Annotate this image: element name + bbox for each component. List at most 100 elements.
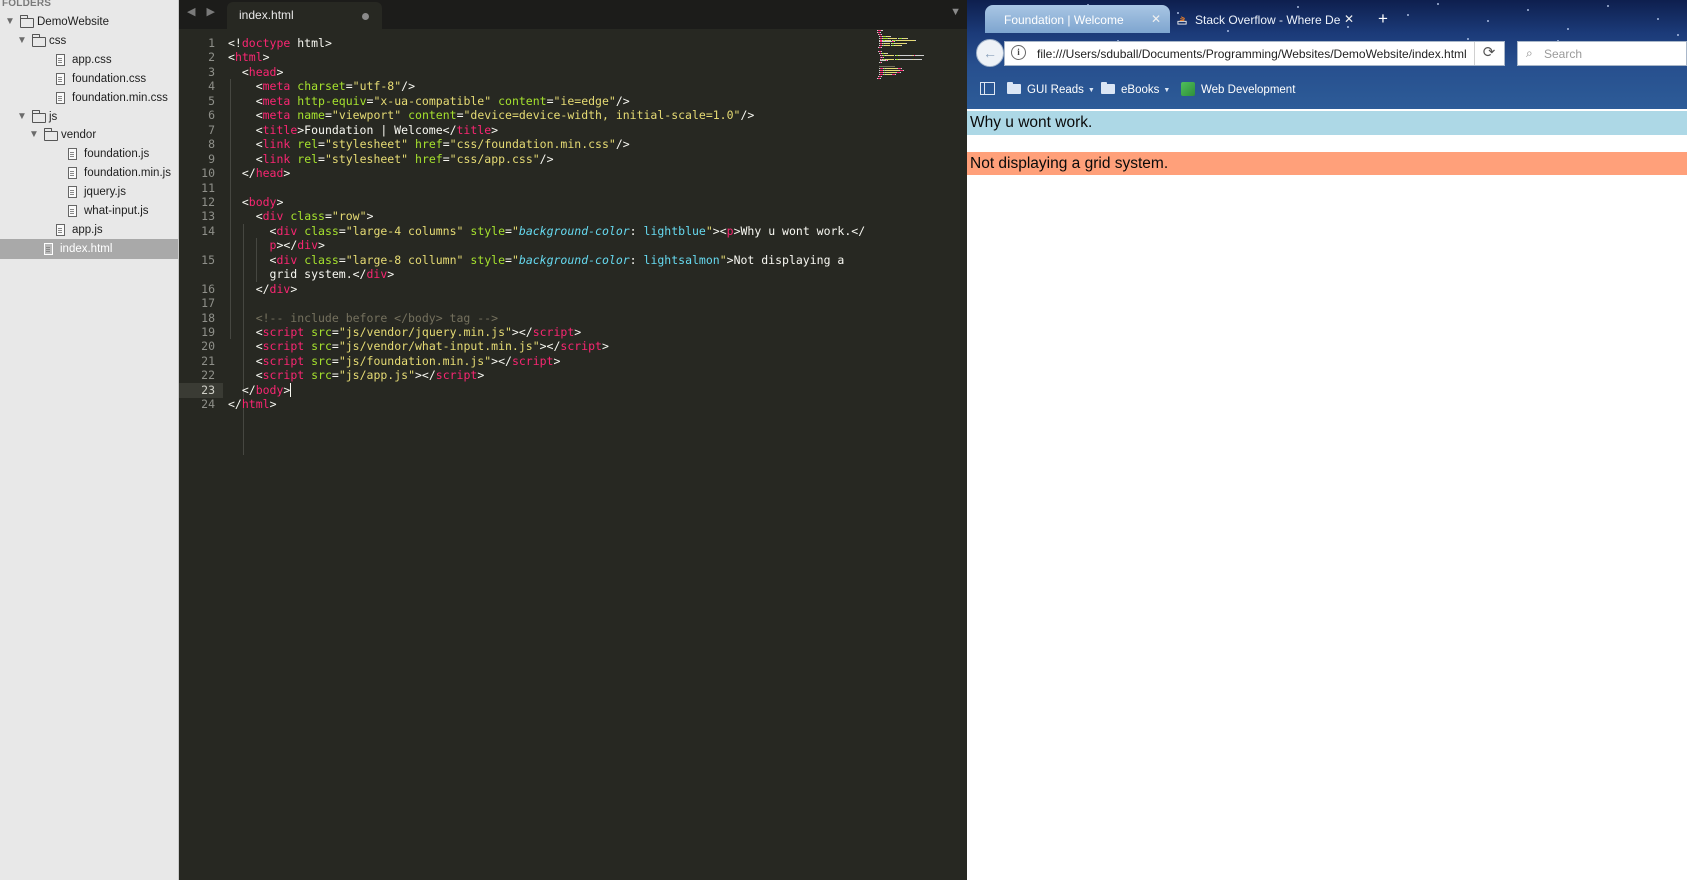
code-line[interactable]: <link rel="stylesheet" href="css/foundat… <box>228 137 630 152</box>
code-line[interactable]: <div class="row"> <box>228 209 374 224</box>
file-icon <box>68 205 77 217</box>
tab-nav-arrows-icon[interactable]: ◀ ▶ <box>187 5 219 18</box>
code-line[interactable]: p></div> <box>228 238 325 253</box>
browser-tab-foundation[interactable]: Foundation | Welcome ✕ <box>985 5 1170 33</box>
bookmark-gui-reads[interactable]: GUI Reads ▼ <box>1007 80 1095 100</box>
close-tab-icon[interactable]: ✕ <box>1344 12 1354 26</box>
code-line[interactable]: <body> <box>228 195 284 210</box>
star-decoration <box>1487 20 1489 22</box>
line-number: 6 <box>208 108 215 123</box>
browser-window: Foundation | Welcome ✕ Stack Overflow - … <box>967 0 1687 880</box>
tree-item-label: foundation.min.css <box>72 91 168 104</box>
code-line[interactable]: <head> <box>228 65 284 80</box>
minimap-mark <box>886 58 895 60</box>
tree-item-foundation-css[interactable]: foundation.css <box>0 69 178 89</box>
tree-item-app-css[interactable]: app.css <box>0 50 178 70</box>
browser-tab-stackoverflow[interactable]: Stack Overflow - Where Developers Learn,… <box>1173 5 1363 33</box>
line-number: 15 <box>201 252 215 267</box>
bookmark-web-development[interactable]: Web Development <box>1181 80 1295 100</box>
code-line[interactable]: <script src="js/foundation.min.js"></scr… <box>228 354 561 369</box>
code-line[interactable]: </html> <box>228 397 277 412</box>
code-line[interactable]: <div class="large-4 columns" style="back… <box>228 224 866 239</box>
code-line[interactable]: <meta name="viewport" content="device=de… <box>228 108 755 123</box>
line-number: 8 <box>208 137 215 152</box>
info-icon[interactable]: i <box>1011 45 1026 60</box>
disclosure-triangle-icon[interactable]: ▼ <box>17 31 27 51</box>
minimap-mark <box>880 50 882 52</box>
line-number: 9 <box>208 151 215 166</box>
disclosure-triangle-icon[interactable]: ▼ <box>29 125 39 145</box>
editor-tab-bar: ◀ ▶ index.html ▼ <box>179 0 967 29</box>
minimap-mark <box>886 60 888 62</box>
code-line[interactable]: <meta http-equiv="x-ua-compatible" conte… <box>228 94 630 109</box>
minimap-mark <box>894 43 906 45</box>
file-icon <box>56 91 65 104</box>
tree-item-index-html[interactable]: index.html <box>0 238 178 259</box>
tree-item-label: foundation.css <box>72 72 147 85</box>
line-number: 22 <box>201 368 215 383</box>
search-input[interactable]: Search <box>1544 47 1582 61</box>
code-line[interactable]: <link rel="stylesheet" href="css/app.css… <box>228 152 554 167</box>
browser-tab-title: Foundation | Welcome <box>1004 13 1124 27</box>
tree-item-app-js[interactable]: app.js <box>0 220 178 240</box>
code-line[interactable]: grid system.</div> <box>228 267 395 282</box>
tree-item-label: vendor <box>61 129 97 142</box>
code-line[interactable]: <title>Foundation | Welcome</title> <box>228 123 498 138</box>
search-field[interactable]: ⌕ Search <box>1517 41 1687 66</box>
line-number: 5 <box>208 93 215 108</box>
code-line[interactable]: </div> <box>228 282 298 297</box>
url-field[interactable]: i file:///Users/sduball/Documents/Progra… <box>1004 41 1505 66</box>
file-icon <box>68 148 77 161</box>
code-line[interactable]: <html> <box>228 50 270 65</box>
tree-item-jquery-js[interactable]: jquery.js <box>0 182 178 202</box>
back-arrow-icon[interactable]: ← <box>976 39 1004 67</box>
tree-item-label: what-input.js <box>84 205 149 217</box>
code-line[interactable]: <!-- include before </body> tag --> <box>228 311 498 326</box>
new-tab-button[interactable]: + <box>1378 9 1388 29</box>
star-decoration <box>1677 34 1679 36</box>
line-number: 4 <box>208 79 215 94</box>
minimap-mark <box>895 73 897 75</box>
code-line[interactable]: <meta charset="utf-8"/> <box>228 79 415 94</box>
tree-item-foundation-min-css[interactable]: foundation.min.css <box>0 88 178 108</box>
code-area[interactable]: <!doctype html> <html> <head> <meta chars… <box>228 29 967 880</box>
sidebar-toggle-icon[interactable] <box>980 82 995 95</box>
reload-icon[interactable]: ⟳ <box>1474 42 1503 65</box>
close-tab-icon[interactable]: ✕ <box>1151 12 1161 26</box>
file-icon <box>68 167 77 180</box>
code-line[interactable]: <script src="js/vendor/what-input.min.js… <box>228 339 609 354</box>
line-number: 16 <box>201 281 215 296</box>
tab-index-html[interactable]: index.html <box>227 2 382 29</box>
tree-item-foundation-min-js[interactable]: foundation.min.js <box>0 163 178 183</box>
bookmark-ebooks[interactable]: eBooks ▼ <box>1101 80 1170 100</box>
tree-item-foundation-js[interactable]: foundation.js <box>0 144 178 164</box>
code-line[interactable]: </head> <box>228 166 291 181</box>
unsaved-dot-icon[interactable] <box>362 13 369 20</box>
tree-item-js[interactable]: ▼ js <box>0 107 178 127</box>
tree-item-vendor[interactable]: ▼ vendor <box>0 125 178 145</box>
disclosure-triangle-icon[interactable]: ▼ <box>17 107 27 127</box>
tab-dropdown-icon[interactable]: ▼ <box>950 6 961 18</box>
folder-icon <box>1101 82 1115 94</box>
disclosure-triangle-icon[interactable]: ▼ <box>5 12 15 32</box>
tree-item-css[interactable]: ▼ css <box>0 31 178 51</box>
rendered-page: Why u wont work. Not displaying a grid s… <box>967 109 1687 880</box>
minimap-mark <box>899 58 907 60</box>
minimap-mark <box>881 30 884 31</box>
url-text[interactable]: file:///Users/sduball/Documents/Programm… <box>1037 47 1472 61</box>
bookmark-label: Web Development <box>1201 84 1296 96</box>
minimap-mark <box>881 41 892 43</box>
tree-item-what-input-js[interactable]: what-input.js <box>0 201 178 221</box>
code-editor: ◀ ▶ index.html ▼ 1 2 3 4 5 6 7 8 9 10 11 12 13 14 15 16… <box>179 0 967 880</box>
tree-item-label: index.html <box>60 242 113 255</box>
tree-item-demowebsite[interactable]: ▼ DemoWebsite <box>0 12 178 32</box>
code-line[interactable]: <!doctype html> <box>228 36 332 51</box>
code-line[interactable]: <div class="large-8 collumn" style="back… <box>228 253 845 268</box>
code-line[interactable]: </body> <box>228 383 292 398</box>
minimap[interactable] <box>877 30 961 80</box>
code-line[interactable]: <script src="js/app.js"></script> <box>228 368 485 383</box>
file-icon <box>68 186 77 199</box>
minimap-mark <box>914 54 924 56</box>
code-line[interactable]: <script src="js/vendor/jquery.min.js"></… <box>228 325 582 340</box>
caret-down-icon: ▼ <box>1087 87 1095 94</box>
